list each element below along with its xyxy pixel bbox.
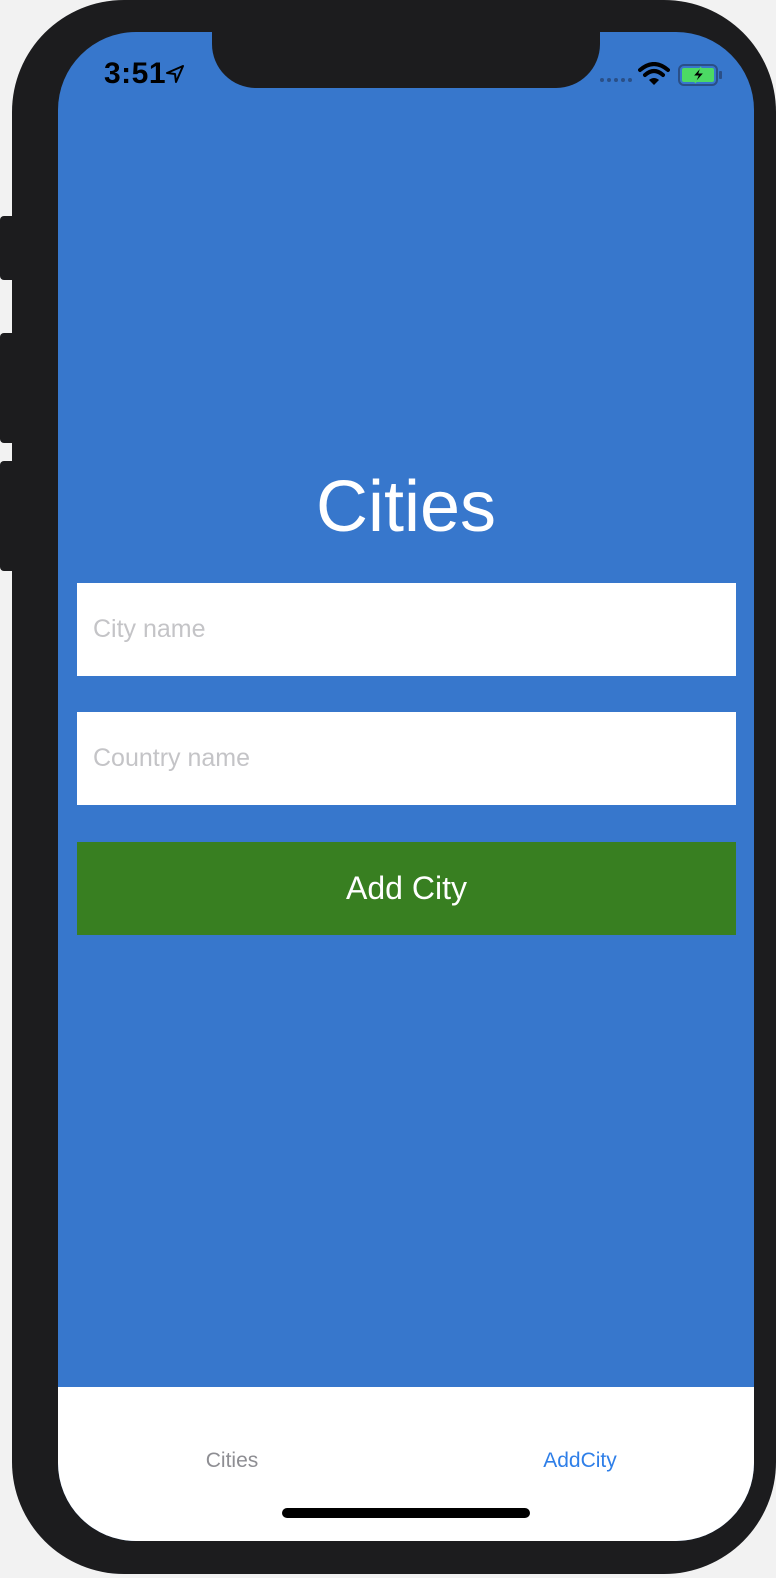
tab-cities[interactable]: Cities [58, 1449, 406, 1473]
volume-up-button [0, 333, 14, 443]
volume-down-button [0, 461, 14, 571]
home-indicator [282, 1508, 530, 1518]
mute-switch [0, 216, 14, 280]
status-time: 3:51 [104, 57, 167, 90]
notch [212, 32, 600, 88]
phone-frame: 3:51 Cities Add City Cities AddCit [12, 0, 776, 1574]
signal-dots-icon [600, 78, 632, 82]
wifi-icon [638, 62, 670, 85]
country-name-input[interactable] [77, 712, 736, 805]
app-screen: 3:51 Cities Add City Cities AddCit [58, 32, 754, 1541]
location-arrow-icon [166, 65, 184, 83]
city-name-field[interactable] [77, 583, 736, 676]
add-city-button[interactable]: Add City [77, 842, 736, 935]
battery-charging-icon [678, 64, 722, 86]
city-name-input[interactable] [77, 583, 736, 676]
country-name-field[interactable] [77, 712, 736, 805]
tab-addcity[interactable]: AddCity [406, 1449, 754, 1473]
page-title: Cities [315, 467, 497, 547]
